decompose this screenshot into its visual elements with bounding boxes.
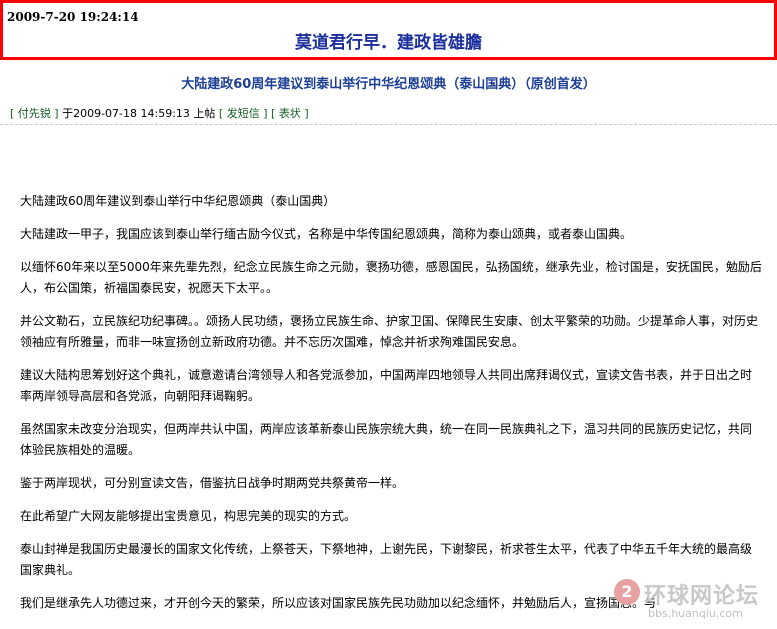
article-paragraph: 虽然国家未改变分治现实，但两岸共认中国，两岸应该革新泰山民族宗统大典，统一在同一… xyxy=(20,422,753,457)
bracket-close: ] xyxy=(263,107,268,120)
bracket-close: ] xyxy=(54,107,59,120)
header-slogan: 莫道君行早．建政皆雄膽 xyxy=(295,33,482,53)
header-timestamp: 2009-7-20 19:24:14 xyxy=(7,10,139,24)
article-paragraph: 并公文勒石，立民族纪功纪事碑。。颂扬人民功绩，褒扬立民族生命、护家卫国、保障民生… xyxy=(20,314,759,349)
watermark-logo-icon: 2 xyxy=(614,579,640,605)
article-paragraph: 泰山封禅是我国历史最漫长的国家文化传统，上祭苍天，下祭地神，上谢先民，下谢黎民，… xyxy=(20,542,753,577)
article-paragraph: 以缅怀60年来以至5000年来先辈先烈，纪念立民族生命之元勋，褒扬功德，感恩国民… xyxy=(20,260,762,295)
author-link[interactable]: 付先锐 xyxy=(18,107,51,120)
watermark-text: 环球网论坛 xyxy=(644,584,760,609)
watermark-url: bbs.huanqiu.com xyxy=(648,607,743,620)
post-title: 大陆建政60周年建议到泰山举行中华纪恩颂典（泰山国典）（原创首发） xyxy=(181,77,596,92)
bracket-close: ] xyxy=(304,107,309,120)
post-meta: [ 付先锐 ] 于2009-07-18 14:59:13 上帖 [ 发短信 ] … xyxy=(10,105,309,121)
header-banner: 2009-7-20 19:24:14 莫道君行早．建政皆雄膽 xyxy=(0,0,777,60)
article-paragraph: 在此希望广大网友能够提出宝贵意见，构思完美的现实的方式。 xyxy=(20,509,357,523)
bracket-open: [ xyxy=(271,107,276,120)
article-body: 大陆建政60周年建议到泰山举行中华纪恩颂典（泰山国典） 大陆建政一甲子，我国应该… xyxy=(20,191,762,626)
article-paragraph: 鉴于两岸现状，可分别宣读文告，借鉴抗日战争时期两党共祭黄帝一样。 xyxy=(20,476,405,490)
site-watermark: 2 环球网论坛 bbs.huanqiu.com xyxy=(614,577,774,625)
article-paragraph: 建议大陆构思筹划好这个典礼，诚意邀请台湾领导人和各党派参加，中国两岸四地领导人共… xyxy=(20,368,753,403)
post-date: 于2009-07-18 14:59:13 上帖 xyxy=(62,107,216,120)
bracket-open: [ xyxy=(10,107,15,120)
article-paragraph: 大陆建政一甲子，我国应该到泰山举行缅古励今仪式，名称是中华传国纪恩颂典，简称为泰… xyxy=(20,227,633,241)
bracket-open: [ xyxy=(218,107,224,120)
article-paragraph: 大陆建政60周年建议到泰山举行中华纪恩颂典（泰山国典） xyxy=(20,194,336,208)
divider xyxy=(0,124,777,125)
send-message-link[interactable]: 发短信 xyxy=(227,107,260,120)
reply-face-link[interactable]: 表状 xyxy=(279,107,301,120)
